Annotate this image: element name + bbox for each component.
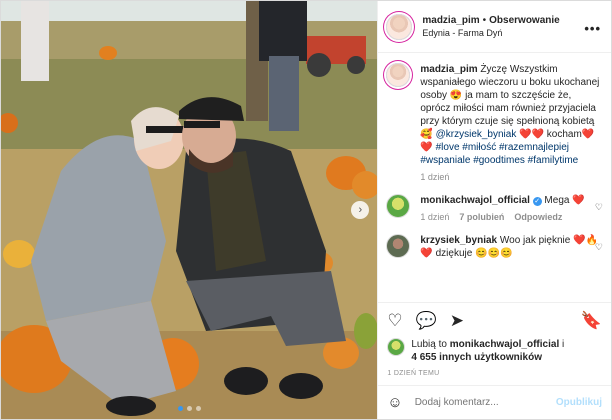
action-bar: ♡ 💬 ➤ 🔖 [378, 302, 611, 338]
carousel-indicators [1, 406, 377, 411]
hashtags[interactable]: #love #miłość #razemnajlepiej #wspaniale… [420, 142, 578, 166]
share-icon[interactable]: ➤ [450, 312, 464, 329]
caption-username[interactable]: madzia_pim [420, 64, 477, 75]
post-age[interactable]: 1 DZIEŃ TEMU [378, 364, 611, 385]
comment-meta: 1 dzień 7 polubień Odpowiedz [420, 211, 603, 224]
post-side-panel: madzia_pim • Obserwowanie Edynia - Farma D… [377, 1, 611, 419]
emoji-smile-icon[interactable]: ☺ [387, 394, 402, 411]
add-comment-bar: ☺ Opublikuj [378, 385, 611, 419]
publish-button[interactable]: Opublikuj [556, 397, 602, 408]
mention-link[interactable]: @krzysiek_byniak [436, 129, 517, 140]
post-header: madzia_pim • Obserwowanie Edynia - Farma D… [378, 1, 611, 53]
likes-prefix: Lubią to [411, 339, 450, 350]
caption-time[interactable]: 1 dzień [420, 171, 449, 184]
commenter-avatar[interactable] [386, 194, 411, 218]
author-avatar[interactable] [386, 13, 413, 40]
comment-text: dziękuje [432, 248, 476, 259]
likes-count[interactable]: 4 655 innych użytkowników [411, 352, 542, 363]
emoji: ❤️❤️ [519, 129, 545, 140]
emoji: ❤️ [572, 195, 585, 206]
caption-body: madzia_pim Życzę Wszystkim wspaniałego w… [420, 63, 603, 184]
bookmark-icon[interactable]: 🔖 [581, 312, 602, 329]
author-info: madzia_pim • Obserwowanie Edynia - Farma D… [422, 15, 559, 39]
caption-avatar[interactable] [386, 63, 411, 87]
carousel-dot [186, 406, 192, 411]
caption-meta: 1 dzień [420, 171, 603, 184]
comment-input[interactable] [414, 397, 556, 408]
verified-badge-icon: ✓ [532, 197, 542, 206]
follow-button[interactable]: Obserwowanie [489, 15, 560, 26]
comment-time[interactable]: 1 dzień [420, 211, 449, 224]
post-location[interactable]: Edynia - Farma Dyń [422, 27, 559, 39]
emoji: 😍 [449, 90, 463, 101]
carousel-dot [177, 406, 183, 411]
comments-area: madzia_pim Życzę Wszystkim wspaniałego w… [378, 53, 611, 302]
comment-item: monikachwajol_official ✓ Mega ❤️ 1 dzień… [386, 194, 603, 224]
comment-body: monikachwajol_official ✓ Mega ❤️ 1 dzień… [420, 194, 603, 224]
comment-icon[interactable]: 💬 [416, 312, 437, 329]
comment-text: Woo jak pięknie [499, 235, 574, 246]
comment-likes[interactable]: 7 polubień [459, 211, 504, 224]
photo-illustration [1, 1, 378, 419]
comment-heart-icon[interactable]: ♡ [595, 242, 603, 253]
likes-middle: i [559, 339, 565, 350]
separator-dot: • [482, 14, 487, 26]
comment-item: krzysiek_byniak Woo jak pięknie ❤️🔥❤️ dz… [386, 234, 603, 260]
likes-text: Lubią to monikachwajol_official i 4 655 … [411, 338, 564, 364]
comment-heart-icon[interactable]: ♡ [595, 202, 603, 213]
commenter-username[interactable]: monikachwajol_official [420, 195, 529, 206]
emoji: 😊😊😊 [475, 248, 513, 259]
liker-avatar[interactable] [387, 338, 406, 356]
caption-text: kocham [544, 129, 582, 140]
comment-text: Mega [544, 195, 573, 206]
reply-button[interactable]: Odpowiedz [514, 211, 562, 224]
carousel-dot [195, 406, 201, 411]
commenter-avatar[interactable] [386, 234, 411, 258]
caption: madzia_pim Życzę Wszystkim wspaniałego w… [386, 63, 603, 184]
likes-summary: Lubią to monikachwajol_official i 4 655 … [378, 338, 611, 364]
chevron-right-icon: › [358, 204, 363, 216]
instagram-post: › madzia_pim • Obserwowanie Edynia - Farma… [0, 0, 612, 420]
like-heart-icon[interactable]: ♡ [387, 312, 402, 329]
post-photo[interactable]: › [1, 1, 378, 419]
liker-username[interactable]: monikachwajol_official [450, 339, 559, 350]
author-username[interactable]: madzia_pim [422, 15, 479, 26]
comment-body: krzysiek_byniak Woo jak pięknie ❤️🔥❤️ dz… [420, 234, 603, 260]
commenter-username[interactable]: krzysiek_byniak [420, 235, 497, 246]
emoji: 🥰 [420, 129, 433, 140]
more-options-icon[interactable]: ••• [584, 21, 601, 36]
